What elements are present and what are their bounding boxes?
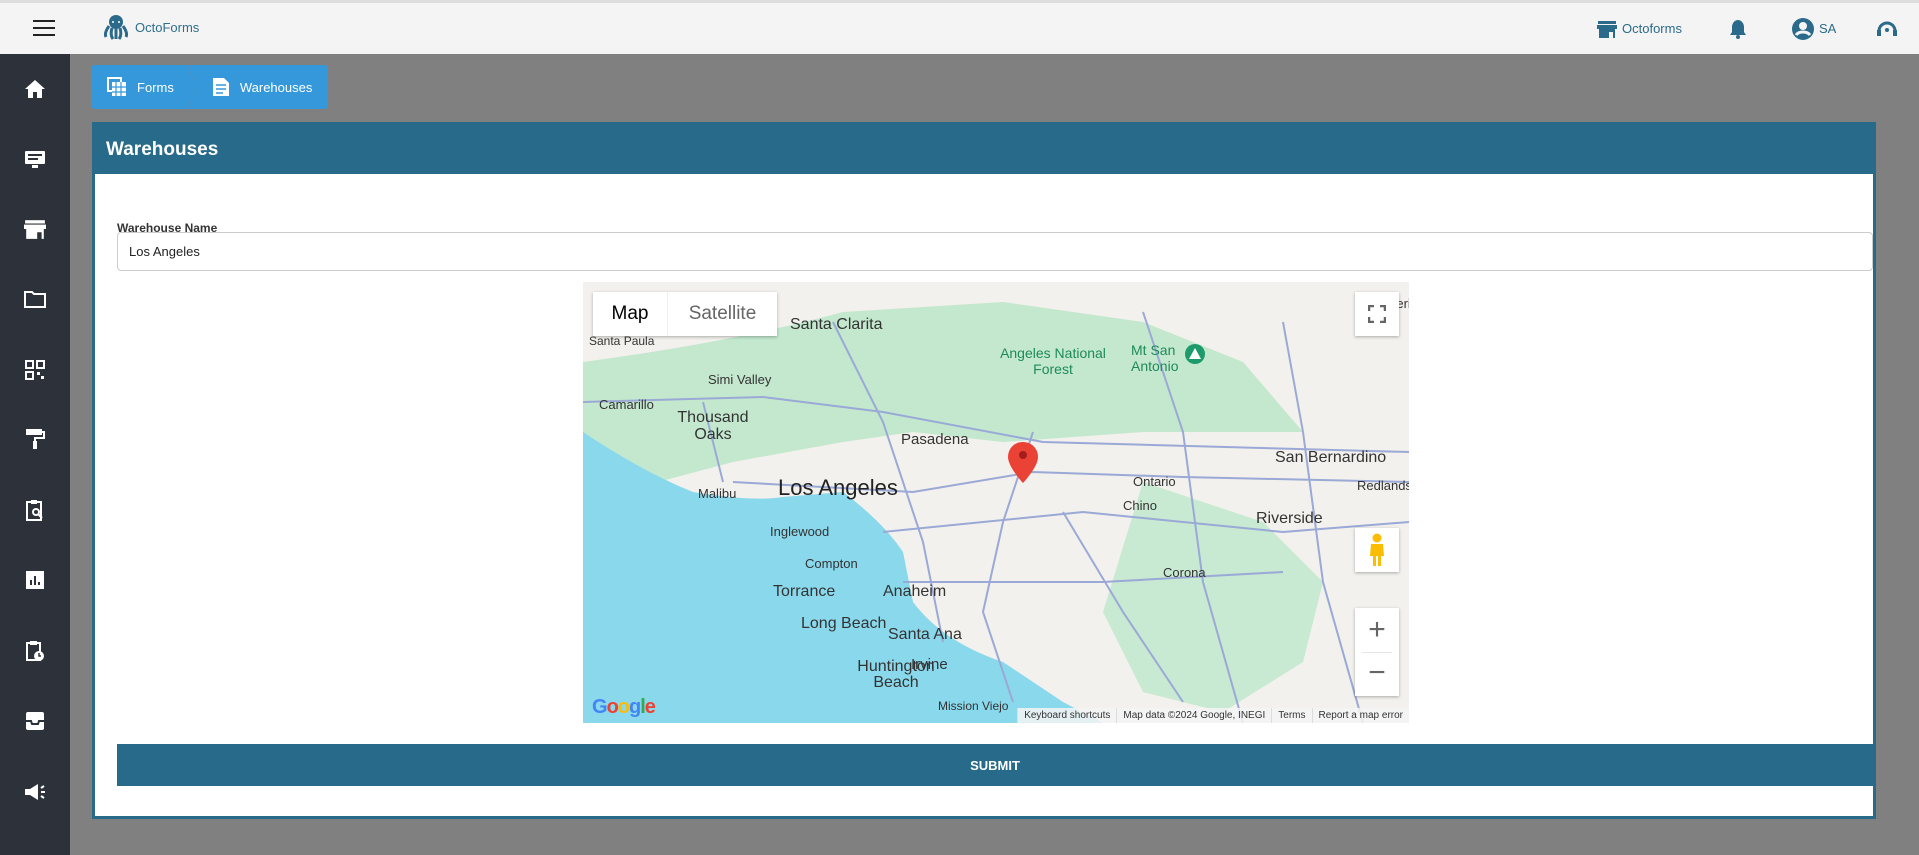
monitor-icon [25, 151, 45, 168]
sidebar-item-clipboard-search[interactable] [22, 497, 48, 523]
map-label: Camarillo [599, 397, 654, 412]
user-menu[interactable]: SA [1792, 3, 1836, 54]
sidebar-item-home[interactable] [22, 76, 48, 102]
map-label: Santa Clarita [790, 316, 883, 333]
paint-roller-icon [26, 429, 45, 449]
user-circle-icon [1792, 17, 1814, 40]
map-label: Compton [805, 556, 858, 571]
map-label: Simi Valley [708, 372, 772, 387]
sidebar [0, 54, 70, 855]
map-main-label: Los Angeles [778, 475, 898, 500]
sidebar-item-announcements[interactable] [22, 779, 48, 805]
map-label: Santa Paula [589, 334, 655, 348]
app-name: OctoForms [135, 19, 200, 35]
sidebar-item-inbox[interactable] [22, 708, 48, 734]
map-label: Corona [1163, 565, 1206, 580]
map-label: Pasadena [901, 431, 969, 448]
top-bar: OctoForms Octoforms SA [0, 0, 1919, 54]
user-initials: SA [1819, 21, 1837, 36]
fullscreen-button[interactable] [1355, 292, 1399, 336]
store-icon [1597, 20, 1617, 38]
home-icon [25, 80, 45, 98]
inbox-icon [26, 712, 44, 730]
fullscreen-icon [1368, 305, 1386, 323]
sidebar-item-clipboard-clock[interactable] [22, 638, 48, 664]
form-title: Warehouses [95, 125, 1873, 174]
breadcrumb-label: Warehouses [239, 79, 313, 95]
document-icon [212, 78, 229, 96]
submit-button[interactable]: SUBMIT [117, 744, 1873, 786]
map-label: Riverside [1256, 510, 1323, 527]
map-label: Mission Viejo [938, 699, 1009, 713]
street-view-pegman[interactable] [1355, 528, 1399, 572]
sidebar-item-folder[interactable] [22, 286, 48, 312]
qr-code-icon [25, 360, 45, 380]
store-label: Octoforms [1622, 21, 1682, 36]
map-label: Torrance [773, 583, 836, 600]
clipboard-search-icon [26, 500, 43, 521]
map-label: Thousand Oaks [677, 409, 749, 443]
map-label: Mt San Antonio [1131, 342, 1179, 374]
map-label: Redlands [1357, 478, 1409, 493]
sidebar-item-reports[interactable] [22, 567, 48, 593]
store-selector[interactable]: Octoforms [1597, 3, 1682, 54]
map-type-map-button[interactable]: Map [593, 303, 667, 325]
map-tiles [583, 302, 1409, 723]
sidebar-item-monitor[interactable] [22, 146, 48, 172]
folder-icon [24, 291, 46, 308]
map-data-text: Map data ©2024 Google, INEGI [1116, 708, 1271, 723]
map-label: Inglewood [770, 524, 830, 539]
pegman-icon [1370, 533, 1384, 566]
form-card: Warehouses Warehouse Name Santa Clarita … [92, 122, 1876, 819]
map-type-satellite-button[interactable]: Satellite [667, 292, 777, 336]
map-attribution: Keyboard shortcuts Map data ©2024 Google… [1017, 708, 1409, 723]
terms-link[interactable]: Terms [1271, 708, 1311, 723]
map-label: Irvine [911, 656, 948, 673]
sidebar-item-store[interactable] [22, 216, 48, 242]
map-label: Santa Ana [888, 626, 962, 643]
breadcrumb: Forms Warehouses [91, 65, 329, 109]
headset-icon [1877, 21, 1897, 36]
warehouse-name-input[interactable] [117, 232, 1873, 271]
forms-grid-icon [107, 77, 126, 96]
map-label: Long Beach [801, 615, 887, 632]
breadcrumb-warehouses[interactable]: Warehouses [187, 65, 329, 109]
map-marker[interactable] [1008, 442, 1038, 483]
notifications-button[interactable] [1729, 3, 1747, 54]
map-type-control: Map Satellite [593, 292, 777, 336]
breadcrumb-forms[interactable]: Forms [91, 65, 196, 109]
map-label: San Bernardino [1275, 449, 1387, 466]
support-button[interactable] [1876, 3, 1898, 54]
breadcrumb-label: Forms [137, 79, 174, 95]
octopus-icon [103, 15, 129, 40]
sidebar-item-qr[interactable] [22, 357, 48, 383]
store-icon [24, 220, 46, 239]
map[interactable]: Santa Clarita Hesperia Santa Paula Simi … [583, 282, 1409, 723]
zoom-out-button[interactable]: − [1362, 652, 1392, 696]
sidebar-item-paint[interactable] [22, 426, 48, 452]
zoom-control: + − [1355, 608, 1399, 696]
map-label: Angeles National Forest [1000, 345, 1106, 377]
menu-icon[interactable] [33, 20, 55, 36]
zoom-in-button[interactable]: + [1368, 608, 1386, 652]
bell-icon [1730, 19, 1746, 39]
google-logo[interactable]: Google [592, 696, 656, 719]
megaphone-icon [25, 784, 45, 800]
map-label: Anaheim [883, 583, 947, 600]
chart-icon [26, 571, 44, 589]
clipboard-clock-icon [26, 641, 44, 661]
keyboard-shortcuts-link[interactable]: Keyboard shortcuts [1017, 708, 1116, 723]
map-label: Malibu [698, 486, 737, 501]
map-label: Chino [1123, 498, 1157, 513]
map-label: Ontario [1133, 474, 1176, 489]
app-logo[interactable]: OctoForms [103, 13, 199, 41]
report-error-link[interactable]: Report a map error [1311, 708, 1409, 723]
